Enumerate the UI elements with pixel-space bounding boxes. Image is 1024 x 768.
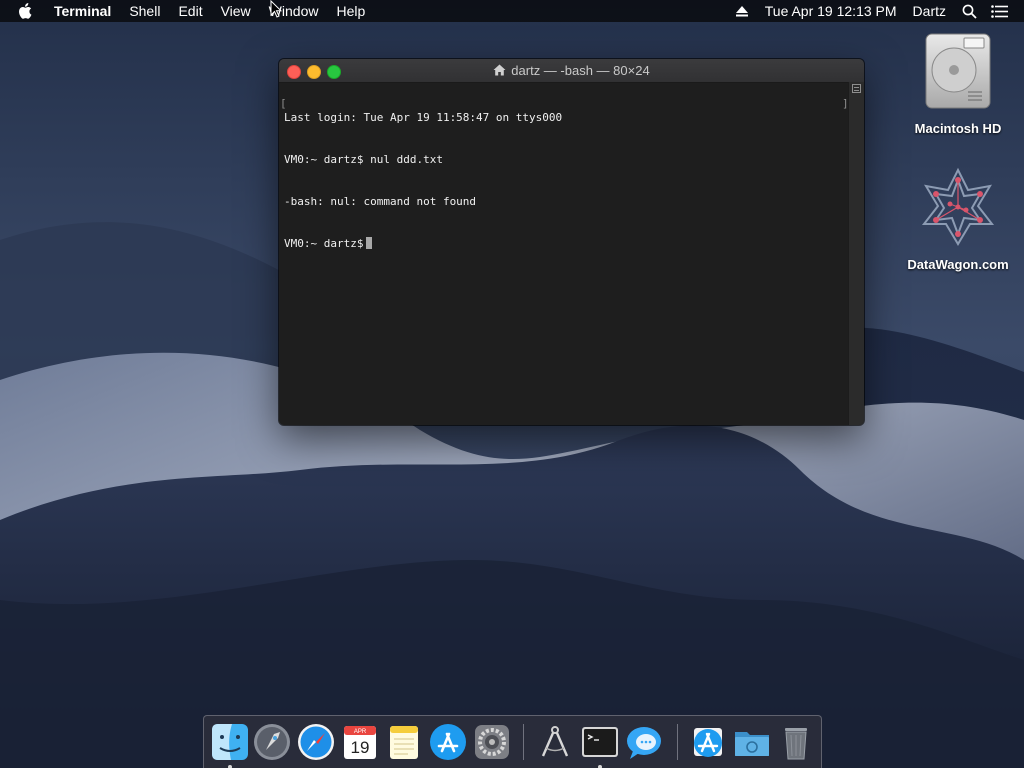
terminal-line: Last login: Tue Apr 19 11:58:47 on ttys0… [284, 111, 563, 124]
terminal-content[interactable]: Last login: Tue Apr 19 11:58:47 on ttys0… [283, 83, 845, 423]
menu-bar: Terminal Shell Edit View Window Help Tue… [0, 0, 1024, 22]
calendar-month: APR [354, 729, 367, 735]
user-name[interactable]: Dartz [905, 0, 954, 22]
terminal-prompt-line: VM0:~ dartz$ [283, 237, 845, 251]
dock-item-terminal[interactable] [580, 722, 620, 768]
calendar-icon: APR 19 [344, 726, 376, 759]
split-pane-icon[interactable] [852, 84, 861, 93]
window-title-container: dartz — -bash — 80×24 [279, 59, 864, 82]
finder-icon [212, 724, 248, 760]
terminal-line: -bash: nul: command not found [284, 195, 477, 208]
text-cursor [366, 237, 373, 249]
dock-item-directory-utility[interactable] [535, 722, 575, 762]
desktop: Terminal Shell Edit View Window Help Tue… [0, 0, 1024, 768]
close-button[interactable] [287, 65, 301, 79]
system-preferences-icon [475, 725, 509, 759]
dock: APR 19 [203, 715, 822, 768]
datawagon-logo-icon [921, 167, 995, 246]
dock-item-notes[interactable] [384, 722, 424, 762]
terminal-window[interactable]: dartz — -bash — 80×24 Last login: Tue Ap… [279, 59, 864, 425]
terminal-line: VM0:~ dartz$ nul ddd.txt [284, 153, 443, 166]
mark-bracket-left: [ [280, 97, 287, 110]
terminal-prompt: VM0:~ dartz$ [284, 237, 364, 250]
dock-item-calendar[interactable]: APR 19 [340, 722, 380, 762]
eject-icon[interactable] [731, 0, 753, 22]
minimize-button[interactable] [307, 65, 321, 79]
dock-item-safari[interactable] [296, 722, 336, 762]
hard-drive-icon [925, 33, 991, 109]
menu-app-name[interactable]: Terminal [52, 0, 120, 22]
dock-item-system-preferences[interactable] [472, 722, 512, 762]
scrollbar[interactable] [848, 82, 864, 425]
menu-edit[interactable]: Edit [169, 0, 211, 22]
calendar-day: 19 [351, 738, 370, 757]
dock-separator [523, 724, 524, 760]
compass-tool-icon [541, 726, 569, 757]
messages-icon [627, 727, 661, 759]
window-titlebar[interactable]: dartz — -bash — 80×24 [279, 59, 864, 83]
apple-icon[interactable] [18, 2, 36, 20]
notification-center-icon[interactable] [988, 0, 1010, 22]
dock-item-app-store[interactable] [428, 722, 468, 762]
window-title: dartz — -bash — 80×24 [511, 63, 650, 78]
desktop-icon-datawagon[interactable]: DataWagon.com [903, 166, 1013, 272]
dock-item-finder[interactable] [210, 722, 250, 768]
dock-item-downloads[interactable] [688, 722, 728, 762]
terminal-icon [582, 727, 618, 757]
desktop-icon-label: Macintosh HD [914, 121, 1002, 136]
app-store-icon [430, 724, 466, 760]
desktop-icon-macintosh-hd[interactable]: Macintosh HD [903, 30, 1013, 136]
desktop-icon-label: DataWagon.com [907, 257, 1009, 272]
home-folder-icon [493, 60, 506, 76]
notes-icon [390, 726, 418, 759]
clock[interactable]: Tue Apr 19 12:13 PM [757, 0, 905, 22]
menu-help[interactable]: Help [327, 0, 374, 22]
launchpad-icon [254, 724, 290, 760]
trash-icon [785, 728, 807, 760]
downloads-stack-icon [694, 728, 722, 757]
folder-icon [735, 732, 769, 756]
spotlight-search-icon[interactable] [958, 0, 980, 22]
dock-item-folder[interactable] [732, 722, 772, 762]
safari-icon [298, 724, 334, 760]
menu-shell[interactable]: Shell [120, 0, 169, 22]
mouse-pointer-icon [270, 0, 282, 18]
dock-item-launchpad[interactable] [252, 722, 292, 762]
dock-item-messages[interactable] [624, 722, 664, 762]
zoom-button[interactable] [327, 65, 341, 79]
dock-item-trash[interactable] [776, 722, 816, 762]
menu-view[interactable]: View [212, 0, 260, 22]
dock-separator [677, 724, 678, 760]
